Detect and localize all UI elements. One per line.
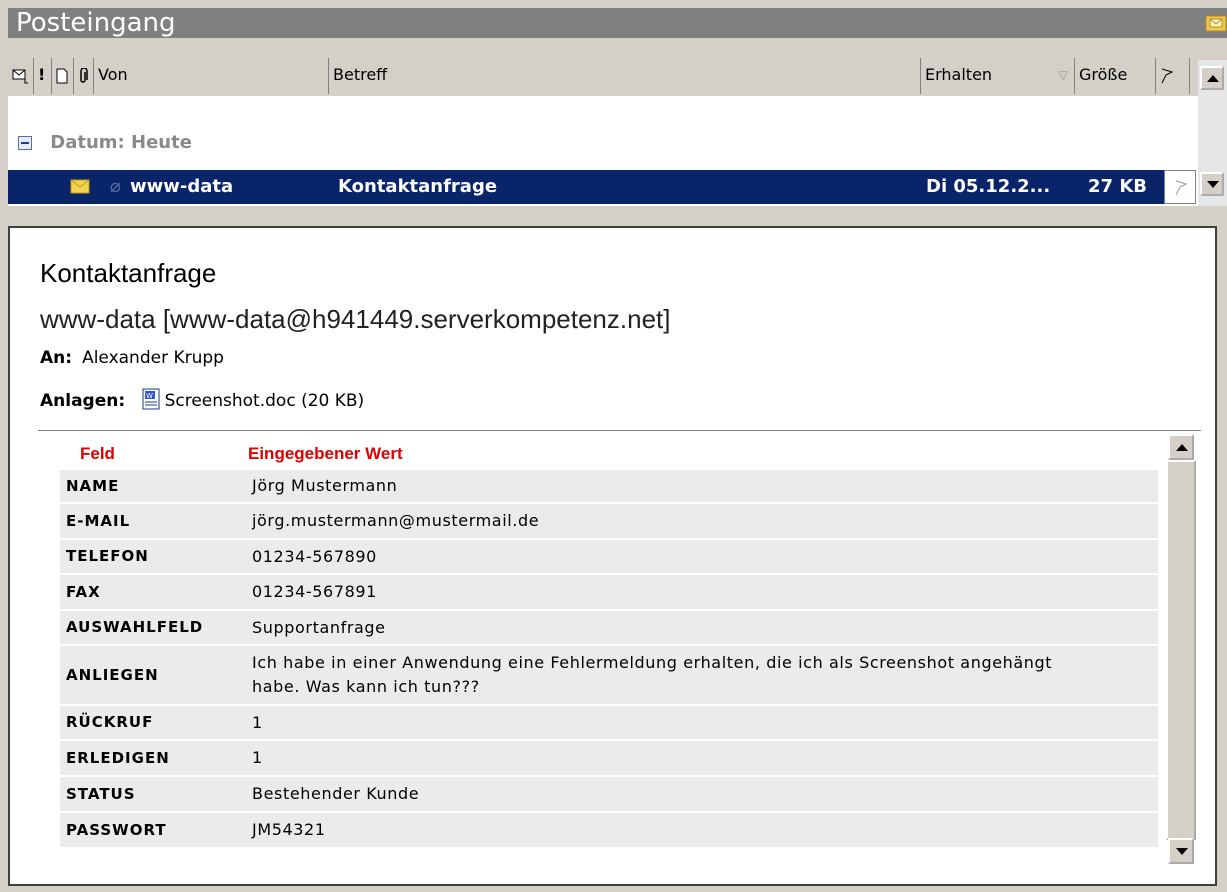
- table-row: STATUS Bestehender Kunde: [60, 777, 1158, 811]
- reading-pane: Kontaktanfrage www-data [www-data@h94144…: [8, 226, 1217, 886]
- field-value: Bestehender Kunde: [252, 784, 420, 803]
- importance-column-icon[interactable]: !: [34, 58, 52, 94]
- column-groesse[interactable]: Größe: [1075, 58, 1156, 94]
- preview-scroll-thumb[interactable]: [1166, 460, 1196, 840]
- message-row[interactable]: ⌀ www-data Kontaktanfrage Di 05.12.2... …: [8, 170, 1164, 204]
- field-value: 01234-567890: [252, 547, 377, 566]
- field-key: ANLIEGEN: [66, 666, 159, 684]
- table-row: NAME Jörg Mustermann: [60, 470, 1158, 502]
- message-subject: Kontaktanfrage: [338, 176, 498, 197]
- table-row: AUSWAHLFELD Supportanfrage: [60, 611, 1158, 644]
- message-list-header: ! Von Betreff Erhalten ▽ Größe: [8, 58, 1227, 94]
- field-value: 1: [252, 713, 263, 732]
- field-key: TELEFON: [66, 547, 149, 565]
- header-value: Eingegebener Wert: [248, 444, 403, 463]
- attachments-line: Anlagen: W Screenshot.doc (20 KB): [40, 388, 364, 411]
- folder-title: Posteingang: [16, 8, 176, 38]
- group-label: Datum: Heute: [50, 132, 192, 153]
- attachments-label: Anlagen:: [40, 391, 126, 411]
- folder-mail-icon: [1205, 15, 1227, 32]
- field-key: STATUS: [66, 785, 136, 803]
- arrow-up-icon: [1207, 75, 1219, 82]
- pane-splitter[interactable]: [0, 206, 1227, 226]
- message-size: 27 KB: [1088, 176, 1147, 197]
- table-row: PASSWORT JM54321: [60, 813, 1158, 847]
- table-row: ANLIEGEN Ich habe in einer Anwendung eine…: [60, 646, 1158, 704]
- field-key: PASSWORT: [66, 821, 167, 839]
- preview-scroll-up-button[interactable]: [1168, 434, 1194, 460]
- form-rows: NAME Jörg Mustermann E-MAIL jörg.musterman…: [60, 470, 1158, 849]
- arrow-up-icon: [1176, 444, 1188, 451]
- svg-text:W: W: [146, 392, 153, 400]
- table-row: TELEFON 01234-567890: [60, 540, 1158, 573]
- field-value: 01234-567891: [252, 582, 377, 601]
- field-key: AUSWAHLFELD: [66, 618, 204, 636]
- table-row: FAX 01234-567891: [60, 575, 1158, 609]
- word-document-icon[interactable]: W: [141, 388, 161, 410]
- field-key: NAME: [66, 477, 120, 495]
- preview-scrollbar[interactable]: [1166, 434, 1196, 864]
- table-row: ERLEDIGEN 1: [60, 741, 1158, 775]
- folder-title-bar: Posteingang: [8, 8, 1227, 38]
- list-scrollbar[interactable]: [1198, 60, 1227, 206]
- document-column-icon[interactable]: [52, 58, 74, 94]
- message-from: www-data: [130, 176, 234, 197]
- field-key: FAX: [66, 583, 101, 601]
- field-value: JM54321: [252, 820, 326, 839]
- field-value: Jörg Mustermann: [252, 476, 398, 495]
- table-row: RÜCKRUF 1: [60, 706, 1158, 739]
- preview-subject: Kontaktanfrage: [40, 258, 217, 288]
- field-value: Supportanfrage: [252, 618, 386, 637]
- recipient-line: An: Alexander Krupp: [40, 348, 224, 368]
- list-scroll-down-button[interactable]: [1200, 172, 1224, 196]
- attachment-link[interactable]: Screenshot.doc (20 KB): [165, 391, 365, 411]
- field-value: Ich habe in einer Anwendung eine Fehlerm…: [252, 653, 1053, 696]
- divider-line: [38, 430, 1201, 431]
- flag-column-icon[interactable]: [1156, 58, 1190, 94]
- column-erhalten-label: Erhalten: [925, 65, 993, 84]
- header-field: Feld: [80, 444, 115, 463]
- preview-scroll-down-button[interactable]: [1168, 838, 1194, 864]
- to-value: Alexander Krupp: [82, 348, 224, 368]
- sort-desc-icon: ▽: [1058, 68, 1068, 82]
- field-value: 1: [252, 748, 263, 767]
- to-label: An:: [40, 348, 73, 368]
- message-received: Di 05.12.2...: [926, 176, 1051, 197]
- table-row: E-MAIL jörg.mustermann@mustermail.de: [60, 504, 1158, 538]
- attachment-column-icon[interactable]: [74, 58, 94, 94]
- field-key: RÜCKRUF: [66, 713, 154, 731]
- field-value: jörg.mustermann@mustermail.de: [252, 511, 540, 530]
- arrow-down-icon: [1207, 181, 1219, 188]
- flag-toggle[interactable]: [1164, 170, 1196, 204]
- field-key: ERLEDIGEN: [66, 749, 170, 767]
- group-header[interactable]: Datum: Heute: [18, 132, 192, 153]
- sort-by-read-icon[interactable]: [8, 58, 34, 94]
- attachment-icon: ⌀: [110, 176, 121, 197]
- list-scroll-up-button[interactable]: [1200, 66, 1224, 90]
- column-von[interactable]: Von: [94, 58, 329, 94]
- arrow-down-icon: [1176, 848, 1188, 855]
- flag-icon: [1175, 180, 1188, 196]
- column-erhalten[interactable]: Erhalten ▽: [921, 58, 1075, 94]
- envelope-icon: [70, 179, 90, 194]
- preview-sender: www-data [www-data@h941449.serverkompete…: [40, 304, 671, 334]
- column-betreff[interactable]: Betreff: [329, 58, 921, 94]
- collapse-icon[interactable]: [18, 136, 32, 150]
- field-key: E-MAIL: [66, 512, 131, 530]
